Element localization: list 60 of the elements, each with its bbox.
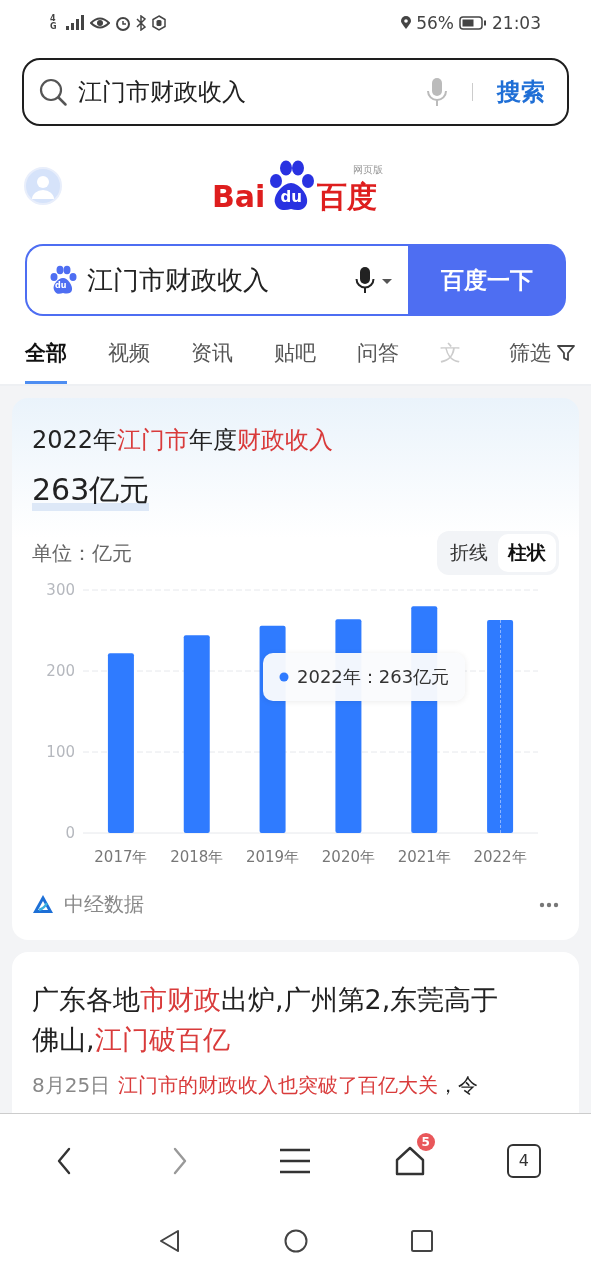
axis-label: 2019年 (246, 848, 300, 866)
address-bar[interactable]: 江门市财政收入 搜索 (22, 58, 569, 126)
search-text: 江门市财政收入 (78, 77, 247, 108)
source-name[interactable]: 中经数据 (64, 891, 529, 918)
axis-label: 0 (65, 824, 75, 842)
article-date: 8月25日 (32, 1072, 111, 1099)
nav-back-icon[interactable] (157, 1229, 182, 1253)
notification-badge: 5 (416, 1133, 435, 1151)
network-label: 4G (50, 15, 58, 31)
axis-label: 100 (46, 743, 75, 761)
clock-time: 21:03 (492, 13, 541, 33)
more-icon[interactable] (539, 901, 559, 908)
signal-icon (65, 15, 85, 31)
search-button[interactable]: 百度一下 (408, 244, 566, 316)
chart-tooltip: 2022年：263亿元 (263, 653, 466, 701)
unit-label: 单位：亿元 (32, 539, 132, 567)
logo-text: du (55, 281, 67, 290)
battery-percentage: 56% (416, 13, 454, 33)
source-logo-icon (32, 893, 54, 916)
article-snippet: 江门市的财政收入也突破了百亿大关，令 (118, 1072, 479, 1099)
axis-label: 2020年 (321, 848, 375, 866)
axis-label: 2017年 (94, 848, 148, 866)
result-title[interactable]: 2022年江门市年度财政收入 (32, 424, 559, 456)
logo-text: 百度 (317, 181, 378, 213)
paw-logo-icon (49, 265, 77, 295)
axis-label: 2018年 (170, 848, 224, 866)
nav-home-icon[interactable] (283, 1229, 308, 1253)
legend-dot-icon (279, 672, 289, 682)
location-icon (401, 16, 412, 30)
axis-label: 2021年 (397, 848, 451, 866)
article-title[interactable]: 广东各地市财政出炉,广州第2,东莞高于佛山,江门破百亿 (32, 980, 523, 1060)
tabs-button[interactable]: 4 (506, 1144, 541, 1178)
eye-icon (90, 15, 110, 31)
nav-recent-icon[interactable] (409, 1229, 434, 1253)
battery-icon (459, 16, 487, 30)
toggle-option[interactable]: 柱状 (498, 534, 556, 572)
axis-label: 2022年 (473, 848, 527, 866)
tab[interactable]: 贴吧 (274, 338, 316, 384)
alarm-icon (115, 15, 131, 31)
tab[interactable]: 问答 (357, 338, 399, 384)
logo-text: Bai (212, 181, 266, 213)
bar[interactable] (487, 619, 514, 833)
paw-logo-icon (267, 159, 316, 213)
edition-label: 网页版 (353, 163, 384, 177)
filter-icon (557, 344, 575, 362)
microphone-icon[interactable] (354, 265, 394, 295)
tab[interactable]: 视频 (108, 338, 150, 384)
logo-text: du (280, 189, 302, 205)
bar[interactable] (183, 635, 210, 833)
axis-label: 300 (46, 581, 75, 599)
bar[interactable] (107, 653, 134, 833)
toggle-option[interactable]: 折线 (440, 534, 498, 572)
search-button[interactable]: 搜索 (497, 76, 545, 108)
home-icon[interactable] (393, 1145, 426, 1177)
tab[interactable]: 资讯 (191, 338, 233, 384)
search-field[interactable]: du 江门市财政收入 (25, 244, 408, 316)
search-text: 江门市财政收入 (87, 263, 270, 297)
search-icon (38, 77, 68, 107)
axis-label: 200 (46, 662, 75, 680)
bluetooth-icon (136, 15, 146, 31)
